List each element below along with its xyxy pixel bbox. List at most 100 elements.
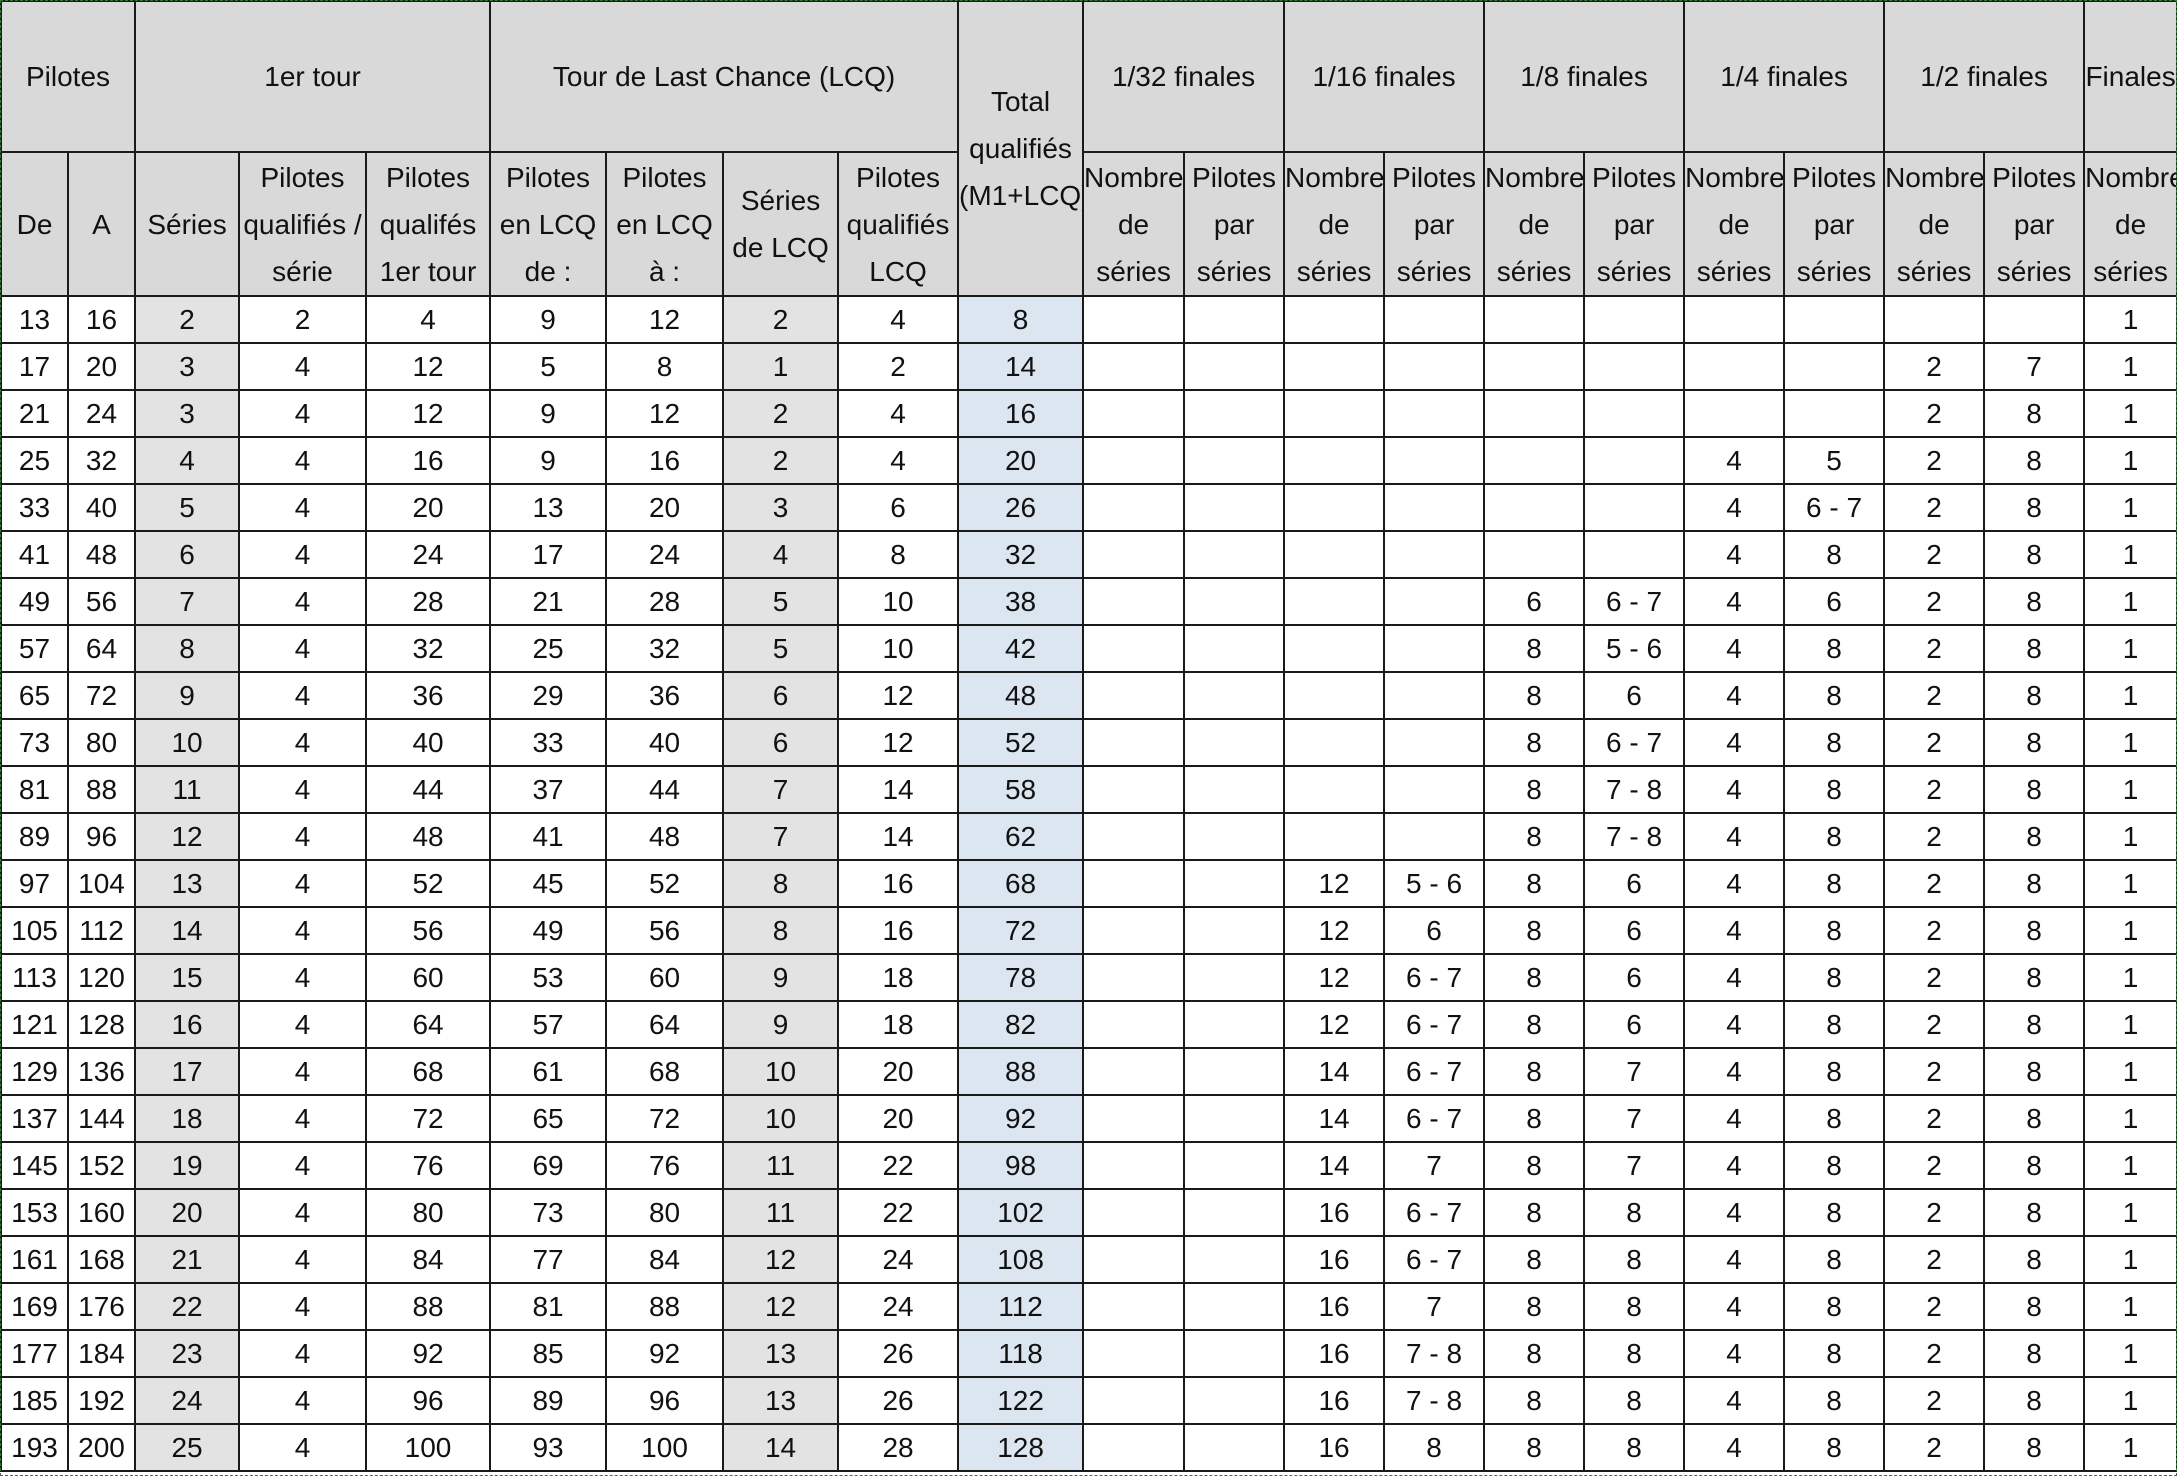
- cell-total[interactable]: 62: [957, 812, 1085, 861]
- cell-f2-n[interactable]: 2: [1883, 1000, 1986, 1049]
- cell-pq-serie[interactable]: 4: [238, 953, 368, 1002]
- cell-f16-p[interactable]: 7 - 8: [1383, 1376, 1486, 1425]
- cell-total[interactable]: 122: [957, 1376, 1085, 1425]
- cell-lcq-series[interactable]: 11: [722, 1188, 840, 1237]
- cell-f32-p[interactable]: [1183, 671, 1286, 720]
- cell-lcq-de[interactable]: 9: [489, 295, 608, 344]
- cell-pq-1er[interactable]: 60: [365, 953, 492, 1002]
- cell-f16-n[interactable]: 14: [1283, 1141, 1386, 1190]
- cell-lcq-series[interactable]: 14: [722, 1423, 840, 1472]
- cell-lcq-series[interactable]: 10: [722, 1094, 840, 1143]
- cell-f16-n[interactable]: [1283, 718, 1386, 767]
- cell-a[interactable]: 112: [66, 906, 137, 955]
- cell-f8-p[interactable]: 8: [1583, 1376, 1686, 1425]
- cell-lcq-a[interactable]: 76: [605, 1141, 725, 1190]
- cell-f4-p[interactable]: 8: [1783, 1282, 1886, 1331]
- cell-f32-p[interactable]: [1183, 765, 1286, 814]
- cell-pq-serie[interactable]: 4: [238, 1329, 368, 1378]
- header-series-lcq[interactable]: Séries de LCQ: [722, 151, 840, 297]
- cell-f2-p[interactable]: 8: [1983, 483, 2086, 532]
- header-f32-pilotes-par-series[interactable]: Pilotes par séries: [1183, 151, 1286, 297]
- cell-f2-n[interactable]: 2: [1883, 1141, 1986, 1190]
- cell-f4-n[interactable]: 4: [1683, 1282, 1786, 1331]
- cell-lcq-pq[interactable]: 10: [837, 624, 960, 673]
- cell-f4-p[interactable]: 8: [1783, 859, 1886, 908]
- cell-total[interactable]: 52: [957, 718, 1085, 767]
- cell-total[interactable]: 14: [957, 342, 1085, 391]
- cell-f4-n[interactable]: 4: [1683, 624, 1786, 673]
- cell-a[interactable]: 144: [66, 1094, 137, 1143]
- cell-f4-n[interactable]: 4: [1683, 671, 1786, 720]
- cell-f32-n[interactable]: [1082, 671, 1186, 720]
- cell-f4-p[interactable]: 6: [1783, 577, 1886, 626]
- cell-pq-1er[interactable]: 80: [365, 1188, 492, 1237]
- cell-f16-n[interactable]: [1283, 812, 1386, 861]
- cell-fin-n[interactable]: 1: [2083, 436, 2177, 485]
- cell-lcq-a[interactable]: 60: [605, 953, 725, 1002]
- cell-f4-n[interactable]: 4: [1683, 1047, 1786, 1096]
- cell-lcq-de[interactable]: 53: [489, 953, 608, 1002]
- cell-lcq-series[interactable]: 7: [722, 765, 840, 814]
- cell-f4-p[interactable]: 8: [1783, 718, 1886, 767]
- cell-f32-p[interactable]: [1183, 624, 1286, 673]
- cell-fin-n[interactable]: 1: [2083, 859, 2177, 908]
- cell-pq-1er[interactable]: 52: [365, 859, 492, 908]
- cell-lcq-de[interactable]: 93: [489, 1423, 608, 1472]
- cell-f32-p[interactable]: [1183, 1282, 1286, 1331]
- cell-f8-n[interactable]: 8: [1483, 1235, 1586, 1284]
- header-1-4-finales[interactable]: 1/4 finales: [1683, 0, 1886, 153]
- cell-pq-1er[interactable]: 48: [365, 812, 492, 861]
- cell-f16-p[interactable]: [1383, 577, 1486, 626]
- cell-total[interactable]: 26: [957, 483, 1085, 532]
- cell-lcq-pq[interactable]: 24: [837, 1282, 960, 1331]
- cell-f4-p[interactable]: 8: [1783, 1141, 1886, 1190]
- cell-f16-p[interactable]: 6 - 7: [1383, 1047, 1486, 1096]
- cell-f8-p[interactable]: 8: [1583, 1188, 1686, 1237]
- header-finales-nombre-series[interactable]: Nombre de séries: [2083, 151, 2177, 297]
- cell-pq-serie[interactable]: 2: [238, 295, 368, 344]
- cell-fin-n[interactable]: 1: [2083, 295, 2177, 344]
- header-pilotes-lcq-de[interactable]: Pilotes en LCQ de :: [489, 151, 608, 297]
- cell-lcq-pq[interactable]: 8: [837, 530, 960, 579]
- cell-f4-n[interactable]: 4: [1683, 1188, 1786, 1237]
- cell-f4-p[interactable]: 5: [1783, 436, 1886, 485]
- cell-f4-n[interactable]: 4: [1683, 577, 1786, 626]
- cell-f8-p[interactable]: 6: [1583, 953, 1686, 1002]
- cell-f4-n[interactable]: 4: [1683, 1376, 1786, 1425]
- cell-f32-n[interactable]: [1082, 483, 1186, 532]
- cell-de[interactable]: 13: [0, 295, 69, 344]
- cell-f32-p[interactable]: [1183, 812, 1286, 861]
- cell-f16-p[interactable]: [1383, 718, 1486, 767]
- cell-f8-n[interactable]: 8: [1483, 1047, 1586, 1096]
- cell-pq-1er[interactable]: 68: [365, 1047, 492, 1096]
- cell-lcq-de[interactable]: 77: [489, 1235, 608, 1284]
- cell-pq-1er[interactable]: 36: [365, 671, 492, 720]
- cell-f2-p[interactable]: 8: [1983, 812, 2086, 861]
- cell-f16-n[interactable]: 16: [1283, 1423, 1386, 1472]
- cell-lcq-a[interactable]: 52: [605, 859, 725, 908]
- cell-f16-p[interactable]: 6 - 7: [1383, 1188, 1486, 1237]
- cell-lcq-pq[interactable]: 4: [837, 436, 960, 485]
- cell-fin-n[interactable]: 1: [2083, 1000, 2177, 1049]
- cell-f4-p[interactable]: 8: [1783, 812, 1886, 861]
- cell-f2-n[interactable]: 2: [1883, 624, 1986, 673]
- cell-fin-n[interactable]: 1: [2083, 389, 2177, 438]
- cell-f2-n[interactable]: 2: [1883, 577, 1986, 626]
- cell-f2-p[interactable]: 8: [1983, 1141, 2086, 1190]
- cell-f2-n[interactable]: 2: [1883, 1047, 1986, 1096]
- cell-f4-n[interactable]: 4: [1683, 1141, 1786, 1190]
- cell-fin-n[interactable]: 1: [2083, 671, 2177, 720]
- cell-f4-n[interactable]: 4: [1683, 1094, 1786, 1143]
- cell-f2-p[interactable]: 8: [1983, 1329, 2086, 1378]
- cell-f16-n[interactable]: [1283, 389, 1386, 438]
- cell-a[interactable]: 176: [66, 1282, 137, 1331]
- cell-f8-n[interactable]: 8: [1483, 859, 1586, 908]
- cell-lcq-series[interactable]: 2: [722, 436, 840, 485]
- cell-lcq-de[interactable]: 57: [489, 1000, 608, 1049]
- cell-f2-n[interactable]: [1883, 295, 1986, 344]
- cell-de[interactable]: 89: [0, 812, 69, 861]
- cell-f2-n[interactable]: 2: [1883, 483, 1986, 532]
- cell-lcq-a[interactable]: 40: [605, 718, 725, 767]
- cell-lcq-series[interactable]: 4: [722, 530, 840, 579]
- header-pilotes-qualifies-serie[interactable]: Pilotes qualifiés / série: [238, 151, 368, 297]
